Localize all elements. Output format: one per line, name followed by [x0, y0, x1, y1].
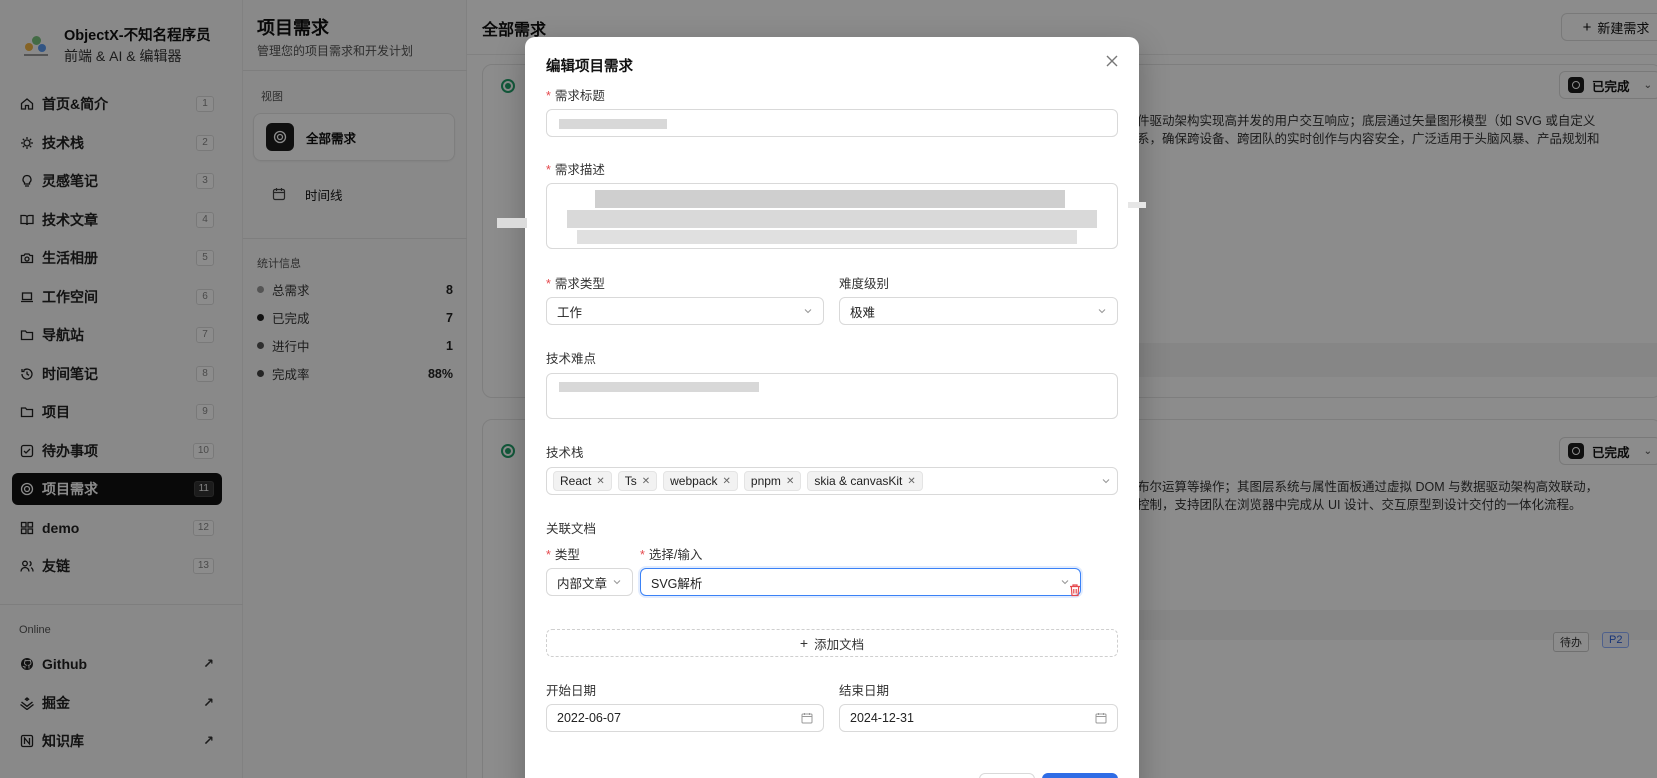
- stack-multiselect[interactable]: React ✕ Ts ✕ webpack ✕ pnpm ✕ skia & canvasKit ✕: [546, 467, 1118, 495]
- difficulty-label: 难度级别: [839, 277, 890, 291]
- doc-select-label: * 选择/输入: [640, 548, 703, 562]
- challenge-textarea[interactable]: [546, 373, 1118, 419]
- stack-tag[interactable]: webpack ✕: [663, 471, 738, 491]
- close-icon[interactable]: ✕: [596, 476, 604, 487]
- difficulty-select[interactable]: 极难: [839, 297, 1118, 325]
- add-document-button[interactable]: + 添加文档: [546, 629, 1118, 657]
- cancel-button[interactable]: [979, 773, 1035, 778]
- stack-tag[interactable]: React ✕: [553, 471, 612, 491]
- title-label: * 需求标题: [546, 89, 605, 103]
- end-date-picker[interactable]: 2024-12-31: [839, 704, 1118, 732]
- stack-tag[interactable]: skia & canvasKit ✕: [807, 471, 923, 491]
- doc-select-input[interactable]: SVG解析: [640, 568, 1081, 596]
- stack-tag[interactable]: Ts ✕: [617, 471, 658, 491]
- close-icon[interactable]: ✕: [907, 476, 915, 487]
- type-label: * 需求类型: [546, 277, 605, 291]
- description-textarea[interactable]: [546, 183, 1118, 249]
- edit-requirement-dialog: 编辑项目需求 * 需求标题 * 需求描述 * 需求类型 工作 难度级别 极难 技术难点…: [525, 37, 1139, 778]
- start-date-picker[interactable]: 2022-06-07: [546, 704, 824, 732]
- redacted-text: [559, 382, 759, 392]
- doc-type-label: * 类型: [546, 548, 580, 562]
- description-label: * 需求描述: [546, 163, 605, 177]
- redacted-text: [595, 190, 1065, 208]
- dialog-title: 编辑项目需求: [546, 59, 633, 75]
- save-button[interactable]: [1042, 773, 1118, 778]
- redacted-text: [497, 218, 527, 228]
- calendar-icon: [1095, 713, 1107, 724]
- type-select[interactable]: 工作: [546, 297, 824, 325]
- calendar-icon: [801, 713, 813, 724]
- end-date-label: 结束日期: [839, 684, 890, 698]
- close-icon[interactable]: ✕: [723, 476, 731, 487]
- doc-type-select[interactable]: 内部文章: [546, 568, 633, 596]
- title-input[interactable]: [546, 109, 1118, 137]
- trash-icon[interactable]: [1068, 583, 1082, 597]
- docs-label: 关联文档: [546, 522, 597, 536]
- close-icon[interactable]: ✕: [786, 476, 794, 487]
- chevron-down-icon: [1098, 309, 1106, 314]
- chevron-down-icon: [804, 309, 812, 314]
- start-date-label: 开始日期: [546, 684, 597, 698]
- challenge-label: 技术难点: [546, 352, 597, 366]
- close-icon[interactable]: [1104, 53, 1120, 69]
- redacted-text: [1128, 202, 1146, 208]
- redacted-text: [559, 119, 667, 129]
- stack-tag[interactable]: pnpm ✕: [743, 471, 802, 491]
- redacted-text: [567, 210, 1097, 228]
- close-icon[interactable]: ✕: [642, 476, 650, 487]
- plus-icon: +: [799, 635, 809, 651]
- redacted-text: [577, 230, 1077, 244]
- stack-label: 技术栈: [546, 446, 584, 460]
- chevron-down-icon: [613, 580, 621, 585]
- chevron-down-icon: [1102, 479, 1110, 484]
